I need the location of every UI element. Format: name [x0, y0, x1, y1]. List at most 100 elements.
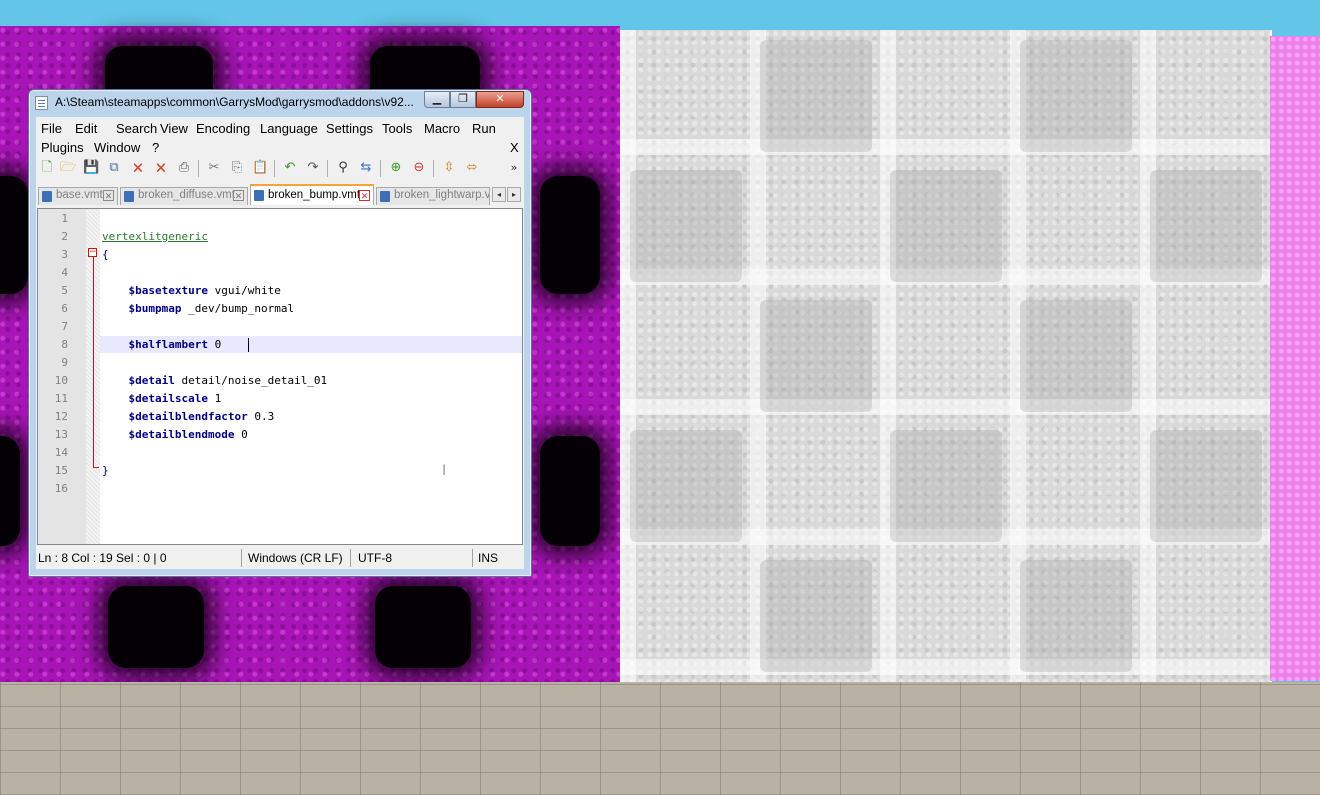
close-all-icon[interactable]: 🗙: [153, 160, 169, 176]
paste-icon[interactable]: 📋: [252, 160, 268, 176]
line-number: 11: [54, 392, 68, 405]
code-editor[interactable]: − 1 2 3 4 5 6 7 8 9 10 11 12 13 14 15 16…: [37, 208, 523, 545]
file-icon: [42, 191, 52, 202]
tab-scroll-right-button[interactable]: ▸: [507, 187, 521, 202]
copy-icon[interactable]: ⎘: [229, 160, 245, 176]
wall-tile: [1020, 560, 1132, 672]
checker-dark-square: [375, 586, 471, 668]
open-file-icon[interactable]: 🗁: [60, 160, 76, 176]
code-line: $bumpmap _dev/bump_normal: [102, 302, 294, 315]
menu-window[interactable]: Window: [94, 140, 140, 155]
undo-icon[interactable]: ↶: [282, 160, 298, 176]
replace-icon[interactable]: ⇆: [358, 160, 374, 176]
fold-collapse-icon[interactable]: −: [88, 248, 97, 257]
code-keyword: $basetexture: [102, 284, 208, 297]
toolbar: 🗋 🗁 💾 ⧉ 🗙 🗙 ⎙ ✂ ⎘ 📋 ↶ ↷ ⚲ ⇆ ⊕ ⊖ ⇳ ⬄ »: [36, 156, 524, 181]
redo-icon[interactable]: ↷: [305, 160, 321, 176]
zoom-in-icon[interactable]: ⊕: [388, 160, 404, 176]
tab-close-icon[interactable]: ✕: [103, 190, 114, 201]
close-icon[interactable]: 🗙: [130, 160, 146, 176]
minimize-button[interactable]: ▁: [424, 91, 450, 108]
tab-broken-bump-vmt[interactable]: broken_bump.vmt ✕: [250, 184, 374, 205]
close-window-button[interactable]: ✕: [476, 91, 524, 108]
line-number: 14: [54, 446, 68, 459]
line-number: 5: [61, 284, 68, 297]
insert-mode[interactable]: INS: [478, 551, 498, 565]
toolbar-separator: [433, 160, 434, 177]
notepad-plus-plus-window[interactable]: A:\Steam\steamapps\common\GarrysMod\garr…: [28, 89, 532, 577]
maximize-button[interactable]: ❐: [450, 91, 476, 108]
wall-tile: [630, 170, 742, 282]
fold-end: [93, 467, 99, 468]
title-bar[interactable]: A:\Steam\steamapps\common\GarrysMod\garr…: [29, 90, 531, 116]
window-client-area: File Edit Search View Encoding Language …: [36, 117, 524, 569]
zoom-out-icon[interactable]: ⊖: [411, 160, 427, 176]
menu-macro[interactable]: Macro: [424, 121, 460, 136]
tab-broken-diffuse-vmt[interactable]: broken_diffuse.vmt ✕: [120, 187, 248, 205]
print-icon[interactable]: ⎙: [176, 160, 192, 176]
line-number: 15: [54, 464, 68, 477]
toolbar-separator: [274, 160, 275, 177]
code-line: }: [102, 464, 109, 477]
new-file-icon[interactable]: 🗋: [39, 160, 55, 176]
tab-label: broken_lightwarp.vmt: [394, 189, 490, 201]
code-keyword: $detailblendfactor: [102, 410, 248, 423]
checker-dark-square: [540, 436, 600, 546]
code-text: vgui/white: [207, 284, 281, 297]
wall-tile: [890, 170, 1002, 282]
save-icon[interactable]: 💾: [83, 160, 99, 176]
code-line: $detailblendfactor 0.3: [102, 410, 274, 423]
code-keyword: $detail: [102, 374, 175, 387]
encoding-status[interactable]: UTF-8: [358, 551, 392, 565]
menu-settings[interactable]: Settings: [326, 121, 373, 136]
toolbar-separator: [198, 160, 199, 177]
fold-line: [93, 257, 94, 468]
wall-tile: [760, 300, 872, 412]
code-line: $detailblendmode 0: [102, 428, 247, 441]
code-line: {: [102, 248, 109, 261]
tab-broken-lightwarp-vmt[interactable]: broken_lightwarp.vmt: [376, 187, 490, 205]
menu-tools[interactable]: Tools: [382, 121, 412, 136]
save-all-icon[interactable]: ⧉: [106, 160, 122, 176]
code-text: }: [102, 464, 109, 477]
checker-dark-square: [540, 176, 600, 294]
menu-run[interactable]: Run: [472, 121, 496, 136]
tab-base-vmt[interactable]: base.vmt ✕: [38, 187, 118, 205]
sync-vertical-icon[interactable]: ⇳: [441, 160, 457, 176]
menu-encoding[interactable]: Encoding: [196, 121, 250, 136]
code-keyword: $halflambert: [102, 338, 208, 351]
notepad-app-icon: [35, 96, 48, 110]
menu-plugins[interactable]: Plugins: [41, 140, 84, 155]
menu-view[interactable]: View: [160, 121, 188, 136]
menu-language[interactable]: Language: [260, 121, 318, 136]
tab-close-icon[interactable]: ✕: [359, 190, 370, 201]
menu-help[interactable]: ?: [152, 140, 159, 155]
line-number: 9: [61, 356, 68, 369]
line-number: 10: [54, 374, 68, 387]
code-keyword: $detailscale: [102, 392, 208, 405]
code-line: $basetexture vgui/white: [102, 284, 281, 297]
code-line: $detailscale 1: [102, 392, 221, 405]
file-icon: [254, 190, 264, 201]
tab-close-icon[interactable]: ✕: [233, 190, 244, 201]
eol-format[interactable]: Windows (CR LF): [248, 551, 343, 565]
white-tile-wall: [620, 30, 1272, 682]
close-document-button[interactable]: X: [510, 140, 519, 155]
toolbar-overflow-icon[interactable]: »: [506, 160, 522, 176]
file-icon: [380, 191, 390, 202]
find-icon[interactable]: ⚲: [335, 160, 351, 176]
menu-edit[interactable]: Edit: [75, 121, 97, 136]
sync-horizontal-icon[interactable]: ⬄: [464, 160, 480, 176]
status-separator: [472, 549, 473, 567]
code-keyword: $bumpmap: [102, 302, 182, 315]
cut-icon[interactable]: ✂: [206, 160, 222, 176]
code-text: _dev/bump_normal: [181, 302, 295, 315]
line-number: 3: [61, 248, 68, 261]
tab-scroll-left-button[interactable]: ◂: [492, 187, 506, 202]
wall-tile: [1020, 40, 1132, 152]
tiled-floor: [0, 682, 1320, 795]
menu-search[interactable]: Search: [116, 121, 157, 136]
code-text: 1: [207, 392, 222, 405]
menu-file[interactable]: File: [41, 121, 62, 136]
menu-bar: File Edit Search View Encoding Language …: [36, 117, 524, 155]
